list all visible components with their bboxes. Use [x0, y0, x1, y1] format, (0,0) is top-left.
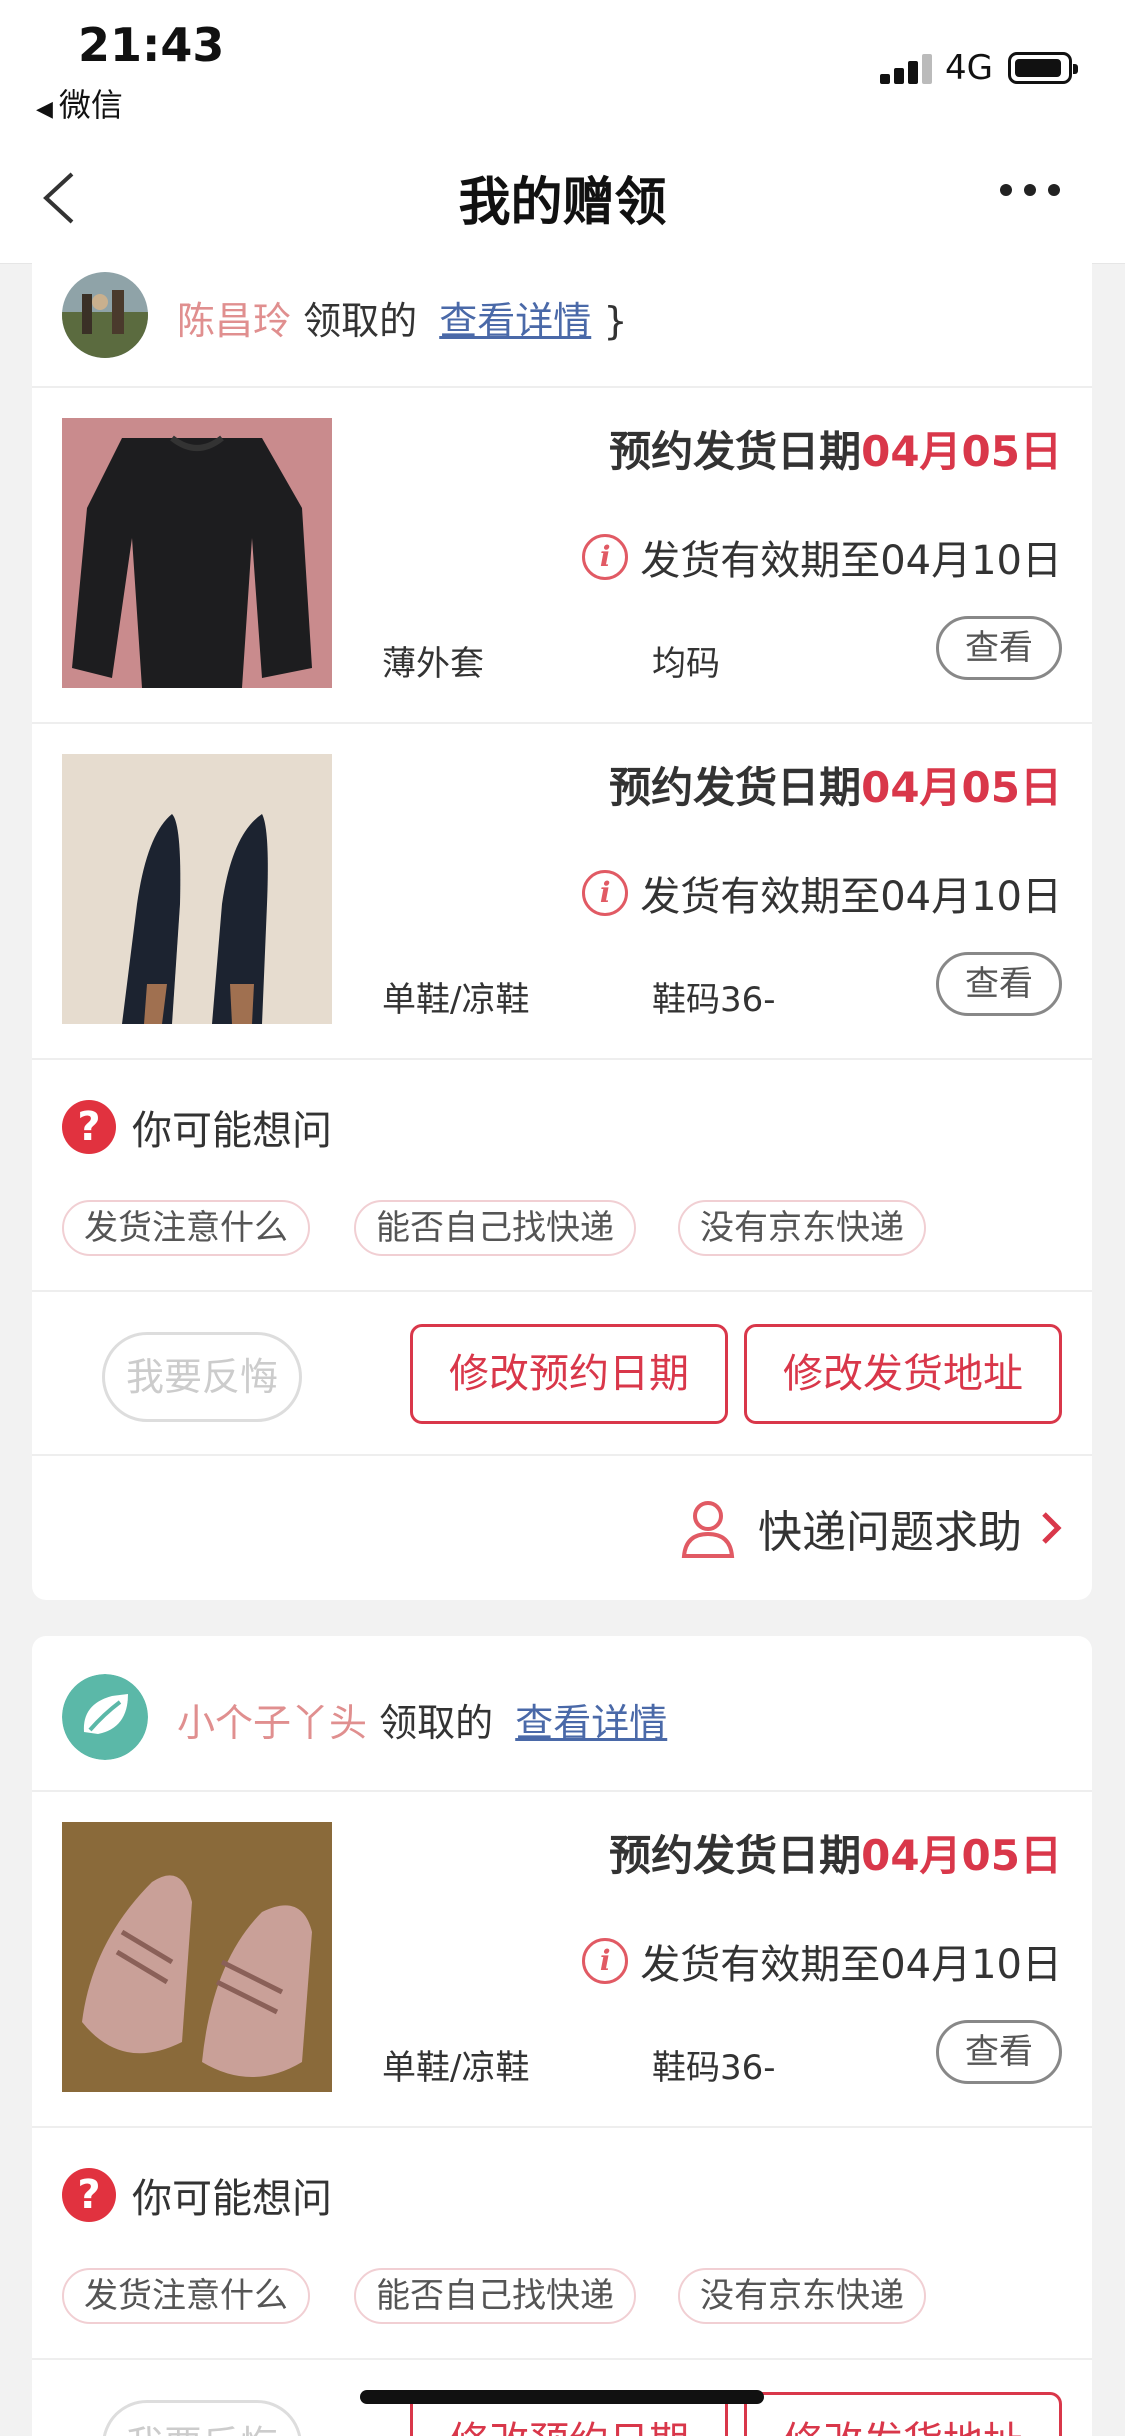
giver-name: 小个子丫头: [177, 1701, 368, 1745]
faq-chip[interactable]: 发货注意什么: [62, 1200, 310, 1256]
back-app-label: 微信: [58, 86, 123, 124]
item-image-pink-sneakers[interactable]: [62, 1822, 332, 2092]
change-address-button[interactable]: 修改发货地址: [744, 2392, 1062, 2436]
change-date-button[interactable]: 修改预约日期: [410, 1324, 728, 1424]
network-type: 4G: [945, 48, 993, 88]
faq-chip[interactable]: 发货注意什么: [62, 2268, 310, 2324]
courier-help[interactable]: 快递问题求助: [680, 1496, 1062, 1560]
item-size: 鞋码36-: [652, 980, 776, 1020]
gift-card: 陈昌玲 领取的 查看详情 } 预约发货日期04月05日 i 发货有效期至04月1…: [32, 232, 1092, 1600]
courier-help-label: 快递问题求助: [758, 1507, 1022, 1558]
valid-period: i 发货有效期至04月10日: [582, 864, 1062, 922]
view-button[interactable]: 查看: [936, 952, 1062, 1016]
question-icon: ?: [62, 1100, 116, 1154]
status-time: 21:43: [78, 18, 225, 72]
giver-line: 陈昌玲 领取的 查看详情 }: [177, 299, 628, 343]
faq-chip[interactable]: 能否自己找快递: [354, 2268, 636, 2324]
home-indicator[interactable]: [360, 2390, 764, 2404]
page-title: 我的赠领: [458, 173, 667, 233]
item-row: 预约发货日期04月05日 i 发货有效期至04月10日 薄外套 均码 查看: [32, 388, 1092, 724]
ship-date: 预约发货日期04月05日: [609, 754, 1062, 815]
ship-date-label: 预约发货日期: [609, 763, 862, 812]
giver-row: 陈昌玲 领取的 查看详情 }: [32, 232, 1092, 388]
faq-title-text: 你可能想问: [132, 2176, 332, 2222]
avatar: [62, 1674, 148, 1760]
info-icon: i: [582, 1938, 629, 1984]
giver-name: 陈昌玲: [177, 299, 292, 343]
valid-period: i 发货有效期至04月10日: [582, 1932, 1062, 1990]
status-bar: 21:43 ◀ 微信 4G: [0, 0, 1125, 130]
item-size: 鞋码36-: [652, 2048, 776, 2088]
faq-section: ? 你可能想问 发货注意什么 能否自己找快递 没有京东快递: [32, 2128, 1092, 2360]
change-address-button[interactable]: 修改发货地址: [744, 1324, 1062, 1424]
valid-period-text: 发货有效期至04月10日: [640, 538, 1062, 584]
ship-date-label: 预约发货日期: [609, 1831, 862, 1880]
faq-title: ? 你可能想问: [62, 1098, 332, 1156]
item-category: 单鞋/凉鞋: [382, 980, 530, 1020]
back-triangle-icon: ◀: [36, 97, 53, 122]
item-image-black-sweater[interactable]: [62, 418, 332, 688]
view-detail-link[interactable]: 查看详情: [515, 1701, 667, 1745]
faq-chip[interactable]: 能否自己找快递: [354, 1200, 636, 1256]
battery-icon: [1008, 52, 1078, 84]
info-icon: i: [582, 534, 629, 580]
view-button[interactable]: 查看: [936, 616, 1062, 680]
ship-date-value: 04月05日: [861, 763, 1062, 812]
valid-period-text: 发货有效期至04月10日: [640, 1942, 1062, 1988]
received-text: 领取的: [379, 1701, 494, 1745]
regret-button[interactable]: 我要反悔: [102, 2400, 302, 2436]
giver-line: 小个子丫头 领取的 查看详情: [177, 1692, 667, 1747]
ship-date-value: 04月05日: [861, 1831, 1062, 1880]
ship-date: 预约发货日期04月05日: [609, 1822, 1062, 1883]
gift-card: 小个子丫头 领取的 查看详情 预约发货日期04月05日 i 发货有效期至04月1…: [32, 1636, 1092, 2436]
faq-chip[interactable]: 没有京东快递: [678, 2268, 926, 2324]
valid-period-text: 发货有效期至04月10日: [640, 874, 1062, 920]
item-category: 单鞋/凉鞋: [382, 2048, 530, 2088]
faq-section: ? 你可能想问 发货注意什么 能否自己找快递 没有京东快递: [32, 1060, 1092, 1292]
item-image-black-heels[interactable]: [62, 754, 332, 1024]
item-row: 预约发货日期04月05日 i 发货有效期至04月10日 单鞋/凉鞋 鞋码36- …: [32, 1792, 1092, 2128]
regret-button[interactable]: 我要反悔: [102, 1332, 302, 1422]
faq-title: ? 你可能想问: [62, 2166, 332, 2224]
question-icon: ?: [62, 2168, 116, 2222]
ship-date-label: 预约发货日期: [609, 427, 862, 476]
valid-period: i 发货有效期至04月10日: [582, 528, 1062, 586]
more-icon[interactable]: [1000, 184, 1060, 204]
back-to-app[interactable]: ◀ 微信: [36, 80, 123, 126]
person-icon: [681, 1501, 735, 1558]
ship-date: 预约发货日期04月05日: [609, 418, 1062, 479]
item-category: 薄外套: [382, 644, 484, 684]
view-button[interactable]: 查看: [936, 2020, 1062, 2084]
actions-row: 我要反悔 修改预约日期 修改发货地址: [32, 1292, 1092, 1456]
giver-row: 小个子丫头 领取的 查看详情: [32, 1636, 1092, 1792]
faq-title-text: 你可能想问: [132, 1108, 332, 1154]
view-detail-link[interactable]: 查看详情: [439, 299, 591, 343]
courier-help-row[interactable]: 快递问题求助: [32, 1456, 1092, 1598]
faq-chip[interactable]: 没有京东快递: [678, 1200, 926, 1256]
chevron-right-icon: [1042, 1512, 1062, 1544]
ship-date-value: 04月05日: [861, 427, 1062, 476]
avatar: [62, 272, 148, 358]
received-text: 领取的: [303, 299, 418, 343]
info-icon: i: [582, 870, 629, 916]
item-row: 预约发货日期04月05日 i 发货有效期至04月10日 单鞋/凉鞋 鞋码36- …: [32, 724, 1092, 1060]
signal-icon: [880, 52, 936, 84]
item-size: 均码: [652, 644, 720, 684]
